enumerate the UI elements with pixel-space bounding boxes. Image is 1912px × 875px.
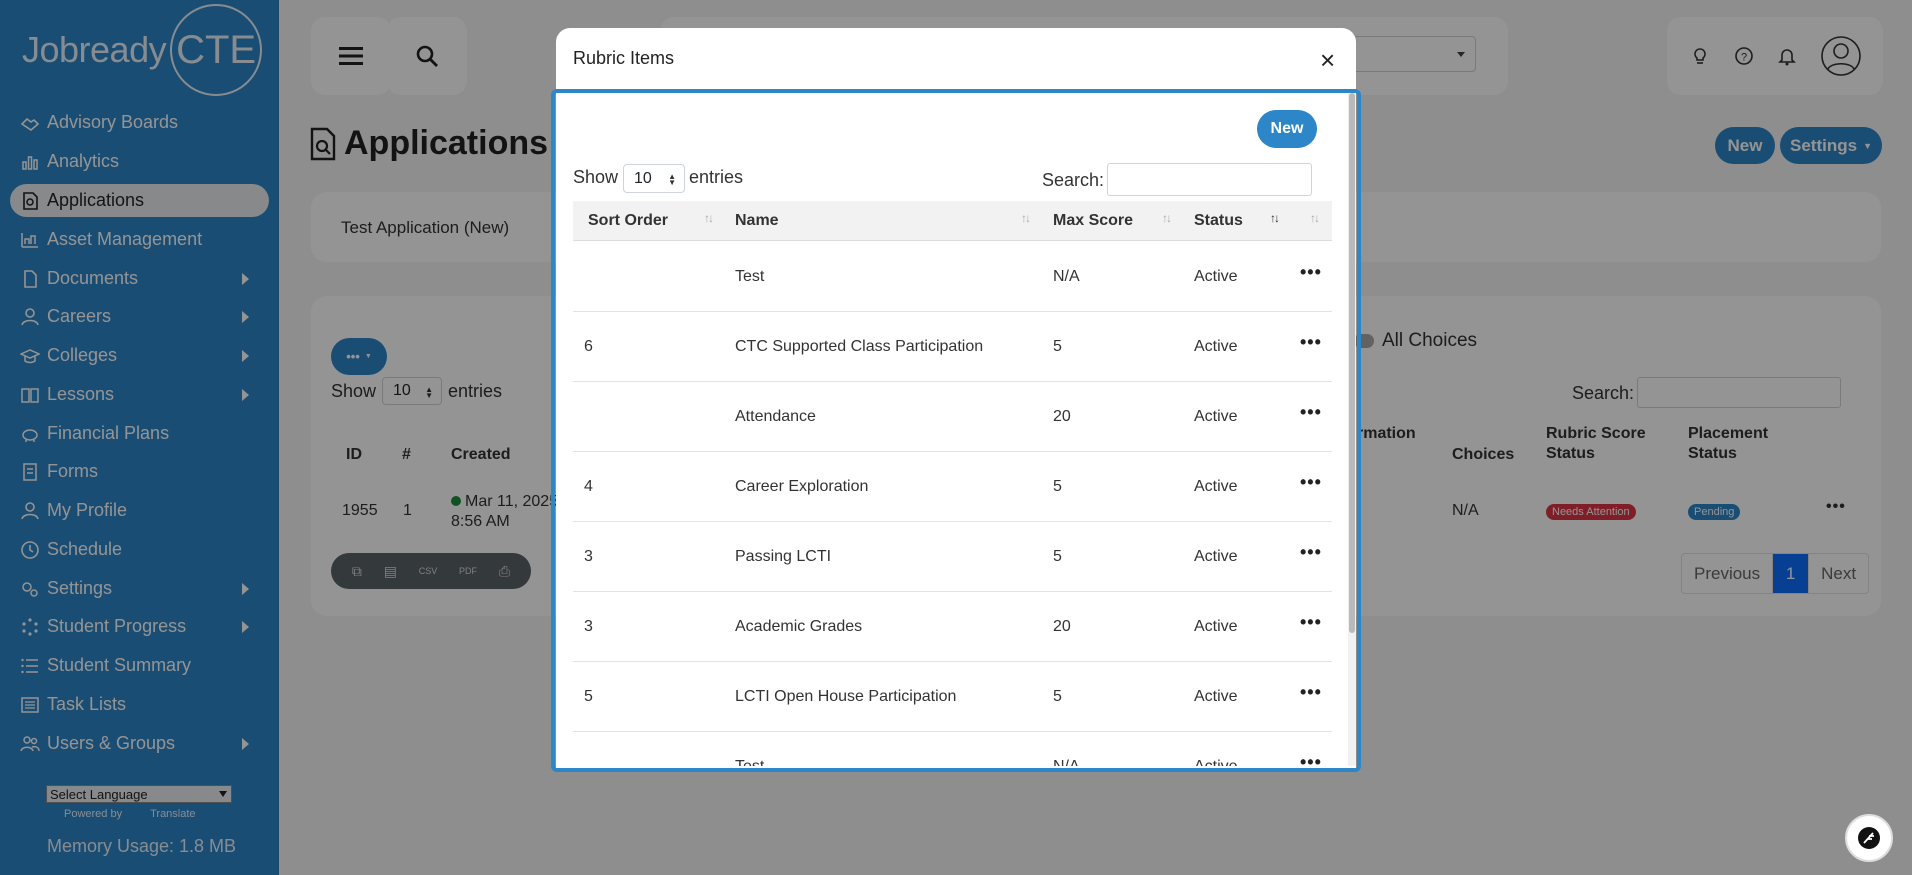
- row-actions-button[interactable]: •••: [1300, 402, 1322, 423]
- cell-status: Active: [1194, 338, 1238, 355]
- row-actions-button[interactable]: •••: [1300, 752, 1322, 766]
- cell-name: Test: [735, 268, 765, 285]
- cell-max-score: 20: [1053, 618, 1071, 635]
- cell-status: Active: [1194, 268, 1238, 285]
- cell-status: Active: [1194, 408, 1238, 425]
- cell-sort-order: 3: [584, 548, 593, 565]
- row-actions-button[interactable]: •••: [1300, 542, 1322, 563]
- cell-name: Passing LCTI: [735, 548, 832, 565]
- cell-name: Attendance: [735, 408, 816, 425]
- modal-table-body: Test N/A Active ••• 6 CTC Supported Class Par…: [0, 0, 1912, 766]
- feather-icon: [1858, 827, 1880, 849]
- cell-max-score: 20: [1053, 408, 1071, 425]
- cell-max-score: N/A: [1053, 758, 1080, 766]
- cell-status: Active: [1194, 548, 1238, 565]
- cell-max-score: 5: [1053, 338, 1062, 355]
- cell-sort-order: 3: [584, 618, 593, 635]
- row-actions-button[interactable]: •••: [1300, 332, 1322, 353]
- cell-name: Career Exploration: [735, 478, 869, 495]
- cell-max-score: N/A: [1053, 268, 1080, 285]
- cell-status: Active: [1194, 478, 1238, 495]
- cell-max-score: 5: [1053, 548, 1062, 565]
- cell-sort-order: 5: [584, 688, 593, 705]
- cell-status: Active: [1194, 688, 1238, 705]
- chat-button[interactable]: [1845, 814, 1893, 862]
- cell-name: Academic Grades: [735, 618, 863, 635]
- cell-name: CTC Supported Class Participation: [735, 338, 984, 355]
- cell-status: Active: [1194, 758, 1238, 766]
- row-actions-button[interactable]: •••: [1300, 682, 1322, 703]
- row-actions-button[interactable]: •••: [1300, 612, 1322, 633]
- cell-name: LCTI Open House Participation: [735, 688, 957, 705]
- cell-sort-order: 6: [584, 338, 593, 355]
- modal-bottom-edge: [556, 766, 1356, 768]
- cell-sort-order: 4: [584, 478, 593, 495]
- cell-max-score: 5: [1053, 478, 1062, 495]
- cell-name: Test: [735, 758, 764, 766]
- cell-status: Active: [1194, 618, 1238, 635]
- row-actions-button[interactable]: •••: [1300, 262, 1322, 283]
- row-actions-button[interactable]: •••: [1300, 472, 1322, 493]
- cell-max-score: 5: [1053, 688, 1062, 705]
